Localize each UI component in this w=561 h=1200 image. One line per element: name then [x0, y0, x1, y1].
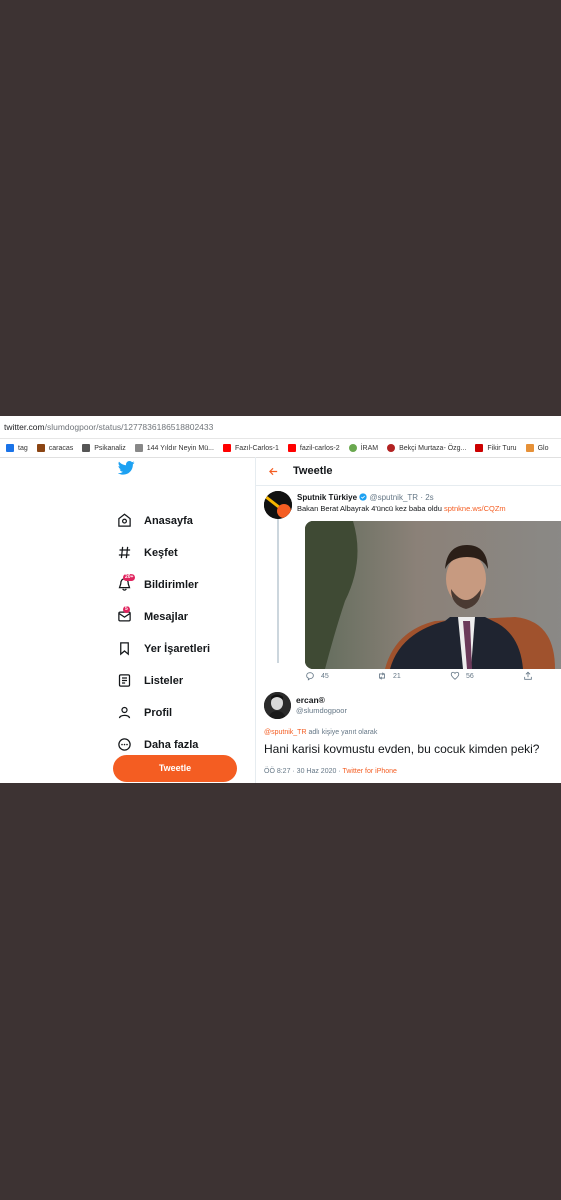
bookmark-favicon-icon [387, 444, 396, 452]
tweet-text: Bakan Berat Albayrak 4'üncü kez baba old… [297, 504, 506, 513]
home-icon [118, 513, 131, 527]
author-name[interactable]: Sputnik Türkiye [297, 493, 357, 502]
author-handle[interactable]: @slumdogpoor [296, 706, 347, 715]
sidebar-item-home[interactable]: Anasayfa [117, 513, 193, 528]
bookmark-favicon-icon [6, 444, 14, 452]
sputnik-logo-icon [264, 491, 292, 519]
bookmark-favicon-icon [134, 444, 143, 452]
sidebar-item-label: Daha fazla [144, 738, 199, 751]
retweet-icon [379, 672, 385, 680]
sidebar-item-label: Listeler [144, 674, 184, 687]
bookmark-item[interactable]: İRAM [348, 444, 378, 452]
tweet-text: Hani karisi kovmustu evden, bu cocuk kim… [264, 742, 540, 756]
tweet-button[interactable]: Tweetle [113, 755, 237, 782]
sidebar-item-label: Mesajlar [144, 610, 189, 623]
bookmark-icon [120, 642, 129, 656]
sidebar-item-label: Keşfet [144, 546, 178, 559]
bookmarks-bar: tag caracas Psikanaliz 144 Yıldır Neyin … [0, 439, 561, 458]
sidebar-item-label: Yer İşaretleri [144, 642, 211, 655]
url-host: twitter.com [4, 422, 45, 432]
author-name[interactable]: ercan® [296, 695, 325, 705]
sidebar-item-label: Profil [144, 706, 173, 719]
notification-badge: 20+ [123, 574, 136, 581]
youtube-icon [222, 444, 231, 452]
share-icon [524, 671, 532, 680]
sidebar-item-explore[interactable]: Keşfet [117, 545, 178, 560]
url-path: /slumdogpoor/status/1277836186518802433 [44, 422, 214, 432]
hashtag-icon [118, 546, 131, 559]
bookmark-item[interactable]: 144 Yıldır Neyin Mü... [134, 444, 214, 452]
tweet-author: Sputnik Türkiye @sputnik_TR · 2s [297, 493, 434, 502]
back-arrow-icon[interactable] [268, 466, 279, 477]
bookmark-item[interactable]: Fikir Turu [475, 444, 517, 452]
reply-context: @sputnik_TR adlı kişiye yanıt olarak [264, 729, 378, 736]
bookmark-item[interactable]: caracas [36, 444, 73, 452]
tweet-time: · 2s [420, 493, 434, 502]
tweet-link[interactable]: sptnkne.ws/CQZm [444, 504, 506, 513]
bookmark-item[interactable]: Fazıl-Carlos-1 [222, 444, 279, 452]
like-action[interactable]: 56 [450, 671, 474, 681]
messages-badge: 5 [123, 606, 130, 613]
sidebar-item-notifications[interactable]: 20+ Bildirimler [117, 574, 199, 592]
reply-icon [306, 672, 314, 681]
heart-icon [450, 671, 460, 680]
reply-count: 45 [321, 672, 329, 680]
reply-to-handle[interactable]: @sputnik_TR [264, 729, 307, 736]
avatar[interactable] [264, 491, 292, 519]
main-column: Tweetle Sputnik Türkiye @sputnik_TR · 2s… [255, 457, 561, 783]
tweet-timestamp[interactable]: ÖÖ 8:27 · 30 Haz 2020 · [264, 768, 342, 775]
photo-image [305, 521, 561, 669]
bookmark-favicon-icon [475, 444, 484, 452]
youtube-icon [287, 444, 296, 452]
bookmark-favicon-icon [82, 444, 91, 452]
sidebar-item-label: Anasayfa [144, 514, 193, 527]
address-bar[interactable]: twitter.com/slumdogpoor/status/127783618… [0, 416, 561, 439]
user-avatar-image [264, 692, 291, 719]
tweet-meta: ÖÖ 8:27 · 30 Haz 2020 · Twitter for iPho… [264, 768, 397, 775]
list-icon [118, 674, 131, 687]
more-icon [118, 738, 131, 751]
like-count: 56 [466, 672, 474, 680]
author-handle[interactable]: @sputnik_TR [369, 493, 418, 502]
tweet-source[interactable]: Twitter for iPhone [342, 768, 396, 775]
bookmark-item[interactable]: Psikanaliz [82, 444, 126, 452]
bookmark-item[interactable]: Bekçi Murtaza- Özg... [387, 444, 466, 452]
sidebar-item-messages[interactable]: 5 Mesajlar [117, 606, 189, 624]
tweet-photo[interactable] [305, 521, 561, 669]
verified-icon [359, 493, 367, 501]
bookmark-item[interactable]: Glo [525, 444, 548, 452]
reply-action[interactable]: 45 [305, 671, 329, 681]
sidebar-item-lists[interactable]: Listeler [117, 673, 183, 688]
sidebar-item-profile[interactable]: Profil [117, 705, 172, 720]
bookmark-favicon-icon [525, 444, 534, 452]
retweet-count: 21 [393, 672, 401, 680]
tweet-actions: 45 21 56 [305, 671, 561, 685]
bookmark-item[interactable]: fazil-carlos-2 [287, 444, 340, 452]
sidebar-item-label: Bildirimler [144, 578, 199, 591]
bookmark-item[interactable]: tag [6, 444, 28, 452]
bookmark-favicon-icon [348, 444, 357, 452]
sidebar-item-more[interactable]: Daha fazla [117, 737, 198, 752]
retweet-action[interactable]: 21 [377, 671, 401, 681]
twitter-bird-icon[interactable] [118, 461, 135, 475]
profile-icon [118, 706, 131, 719]
page-header: Tweetle [256, 457, 561, 486]
share-action[interactable] [523, 671, 539, 681]
page-title: Tweetle [293, 465, 333, 477]
sidebar: Anasayfa Keşfet 20+ Bildirimler 5 Mesajl… [0, 457, 255, 783]
bookmark-favicon-icon [36, 444, 45, 452]
sidebar-item-bookmarks[interactable]: Yer İşaretleri [117, 641, 210, 656]
thread-line [277, 495, 279, 663]
screenshot: twitter.com/slumdogpoor/status/127783618… [0, 416, 561, 783]
avatar[interactable] [264, 692, 291, 719]
